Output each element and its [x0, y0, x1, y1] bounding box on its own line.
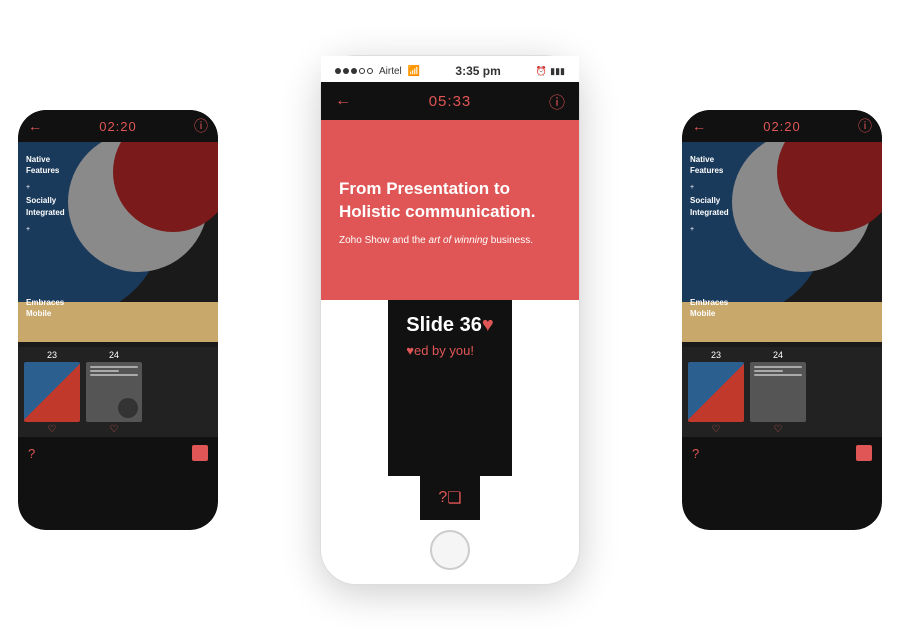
scene: ← 02:20 ⓘ: [0, 0, 900, 640]
center-home-btn[interactable]: [430, 530, 470, 570]
left-features-label: Features: [26, 166, 59, 175]
right-help-icon[interactable]: ?: [692, 446, 699, 461]
center-home-btn-wrap: [430, 520, 470, 584]
left-thumb-24: 24 ♡: [86, 350, 142, 435]
center-back-icon[interactable]: ←: [335, 92, 351, 110]
left-timer: 02:20: [99, 119, 137, 134]
left-thumb-23: 23 ♡: [24, 350, 80, 435]
left-thumb-img-23: [24, 362, 80, 422]
center-top-bar: ← 05:33 ⓘ: [321, 82, 579, 120]
right-slide-thumbs: 23 ♡ 24 ♡: [682, 347, 882, 437]
center-carrier: Airtel: [379, 66, 402, 77]
center-copy-icon[interactable]: ❏: [447, 488, 461, 508]
left-thumb-img-24: [86, 362, 142, 422]
center-help-icon[interactable]: ?: [438, 489, 447, 507]
left-slide-content: Native Features + Socially Integrated +: [18, 142, 218, 347]
center-info-area: Slide 36 ♥ ♥ed by you!: [388, 300, 511, 476]
right-thumb-heart-24[interactable]: ♡: [774, 424, 783, 435]
left-thumb-num-23: 23: [47, 350, 57, 360]
center-status-icons: ⏰ ▮▮▮: [536, 66, 565, 77]
center-liked-label: ed by you!: [414, 343, 474, 358]
right-socially-label: Socially: [690, 196, 720, 205]
right-thumb-23: 23 ♡: [688, 350, 744, 435]
right-integrated-label: Integrated: [690, 208, 729, 217]
right-circle-chart: Native Features + Socially Integrated +: [682, 142, 882, 347]
center-liked-text: ♥ed by you!: [406, 343, 493, 358]
phone-center: Airtel 📶 3:35 pm ⏰ ▮▮▮ ← 05:33 ⓘ From Pr…: [320, 55, 580, 585]
phone-left: ← 02:20 ⓘ: [18, 110, 218, 530]
right-plus2: +: [690, 226, 694, 233]
center-time: 3:35 pm: [455, 64, 500, 78]
right-info-icon[interactable]: ⓘ: [858, 116, 872, 136]
center-bottom-bar: ? ❏: [420, 476, 479, 520]
center-heart-btn[interactable]: ♥: [482, 314, 494, 337]
right-embraces-label: Embraces: [690, 298, 728, 307]
center-slide-red: From Presentation to Holistic communicat…: [321, 120, 579, 300]
center-liked-heart: ♥: [406, 343, 414, 358]
left-integrated-label: Integrated: [26, 208, 65, 217]
right-thumb-img-23: [688, 362, 744, 422]
left-info-icon[interactable]: ⓘ: [194, 116, 208, 136]
center-battery-icon: ▮▮▮: [550, 66, 565, 77]
right-plus1: +: [690, 184, 694, 191]
signal-dot-4: [359, 68, 365, 74]
left-native-label: Native: [26, 155, 50, 164]
right-thumb-img-24: [750, 362, 806, 422]
left-help-icon[interactable]: ?: [28, 446, 35, 461]
right-thumb-24: 24 ♡: [750, 350, 806, 435]
right-top-bar: ← 02:20 ⓘ: [682, 110, 882, 142]
signal-dot-1: [335, 68, 341, 74]
right-timer: 02:20: [763, 119, 801, 134]
center-alarm-icon: ⏰: [536, 66, 547, 77]
left-circle-chart: Native Features + Socially Integrated +: [18, 142, 218, 347]
left-slide-thumbs: 23 ♡ 24 ♡: [18, 347, 218, 437]
left-top-bar: ← 02:20 ⓘ: [18, 110, 218, 142]
center-slide-heading: From Presentation to Holistic communicat…: [339, 178, 561, 222]
left-mobile-label: Mobile: [26, 309, 51, 318]
left-socially-label: Socially: [26, 196, 56, 205]
right-mobile-label: Mobile: [690, 309, 715, 318]
right-back-icon[interactable]: ←: [692, 118, 706, 134]
right-thumb-num-23: 23: [711, 350, 721, 360]
right-thumb-heart-23[interactable]: ♡: [712, 424, 721, 435]
center-slide-subtext: Zoho Show and the art of winning busines…: [339, 235, 561, 246]
center-slide-title: Slide 36: [406, 314, 482, 337]
right-copy-btn[interactable]: [856, 445, 872, 461]
right-slide-content: Native Features + Socially Integrated +: [682, 142, 882, 347]
phones-row: ← 02:20 ⓘ: [0, 0, 900, 640]
left-bottom-bar: ?: [18, 437, 218, 469]
left-thumb-heart-23[interactable]: ♡: [48, 424, 57, 435]
left-copy-btn[interactable]: [192, 445, 208, 461]
left-back-icon[interactable]: ←: [28, 118, 42, 134]
signal-dot-2: [343, 68, 349, 74]
center-status-bar: Airtel 📶 3:35 pm ⏰ ▮▮▮: [321, 56, 579, 82]
left-thumb-num-24: 24: [109, 350, 119, 360]
right-native-label: Native: [690, 155, 714, 164]
left-plus2: +: [26, 226, 30, 233]
right-bottom-bar: ?: [682, 437, 882, 469]
signal-dot-3: [351, 68, 357, 74]
center-timer: 05:33: [429, 93, 472, 110]
right-features-label: Features: [690, 166, 723, 175]
left-plus1: +: [26, 184, 30, 191]
center-info-icon[interactable]: ⓘ: [549, 89, 565, 113]
phone-right: ← 02:20 ⓘ Native Features: [682, 110, 882, 530]
center-slide-title-row: Slide 36 ♥: [406, 314, 493, 337]
left-thumb-heart-24[interactable]: ♡: [110, 424, 119, 435]
left-embraces-label: Embraces: [26, 298, 64, 307]
right-thumb-num-24: 24: [773, 350, 783, 360]
center-wifi-icon: 📶: [408, 66, 420, 77]
center-signal-area: Airtel 📶: [335, 66, 420, 77]
signal-dot-5: [367, 68, 373, 74]
